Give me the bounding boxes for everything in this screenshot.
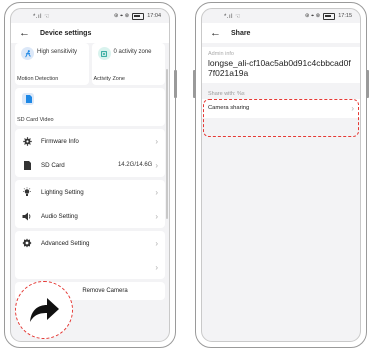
activity-zone-value: 0 activity zone [113,49,152,55]
firmware-info-label: Firmware Info [41,137,79,145]
lighting-setting-label: Lighting Setting [41,188,84,196]
lighting-setting-row[interactable]: Lighting Setting › [15,180,165,204]
right-phone-side-button-left [193,70,196,98]
sd-card-label: SD Card [41,161,65,169]
status-time: 17:04 [147,13,161,19]
chevron-right-icon: › [155,136,158,146]
page-title: Share [231,29,251,37]
header-bar: ← Device settings [11,23,169,43]
chevron-right-icon: › [155,262,158,272]
settings-group-1: Firmware Info › SD Card 14.2G/14.6G › [15,129,165,177]
motion-detection-label: Motion Detection [17,76,59,82]
zone-icon [97,47,111,60]
sd-card-icon [22,93,34,105]
status-icons: ⊛ ⌖ ⊗ [113,12,130,19]
status-bar: *.ıl ☜ ⊛ ⌖ ⊗ 17:15 [202,9,360,23]
admin-id-value: longse_ali-cf10ac5ab0d91c4cbbcad0f7f021a… [202,58,360,83]
share-highlight-circle[interactable] [15,281,73,339]
battery-icon [132,12,145,20]
right-phone-frame: *.ıl ☜ ⊛ ⌖ ⊗ 17:15 ← Share Admin info lo… [195,2,367,348]
page-title: Device settings [40,29,92,37]
camera-sharing-highlight [203,99,359,137]
sd-card-icon [22,160,32,170]
settings-icon [22,238,32,248]
signal-icon: *.ıl ☜ [224,13,242,20]
sd-card-video-label: SD Card Video [17,117,54,123]
scrollbar[interactable] [166,69,168,219]
status-bar: *.ıl ☜ ⊛ ⌖ ⊗ 17:04 [11,9,169,23]
header-bar: ← Share [202,23,360,43]
chevron-right-icon: › [155,187,158,197]
sd-card-video-tile[interactable]: SD Card Video [15,88,165,126]
arrow-left-icon[interactable]: ← [210,27,221,39]
share-arrow-icon [30,298,59,322]
share-screen: *.ıl ☜ ⊛ ⌖ ⊗ 17:15 ← Share Admin info lo… [201,8,361,342]
gear-icon [22,136,32,146]
walking-person-icon [21,47,34,60]
chevron-right-icon: › [155,211,158,221]
arrow-left-icon[interactable]: ← [19,27,30,39]
chevron-right-icon: › [155,238,158,248]
sd-card-capacity: 14.2G/14.6G [117,162,153,168]
battery-icon [323,12,336,20]
left-phone-frame: *.ıl ☜ ⊛ ⌖ ⊗ 17:04 ← Device settings Hig… [4,2,176,348]
audio-setting-row[interactable]: Audio Setting › [15,204,165,228]
firmware-info-row[interactable]: Firmware Info › [15,129,165,153]
motion-sensitivity-value: High sensitivity [37,49,78,55]
activity-zone-label: Activity Zone [93,76,125,82]
activity-zone-tile[interactable]: 0 activity zone Activity Zone [91,43,165,85]
settings-group-3: Advanced Setting › › [15,231,165,279]
advanced-setting-row[interactable]: Advanced Setting › [15,231,165,255]
signal-icon: *.ıl ☜ [33,13,51,20]
settings-group-2: Lighting Setting › Audio Setting › [15,180,165,228]
motion-detection-tile[interactable]: High sensitivity Motion Detection [15,43,89,85]
audio-setting-label: Audio Setting [41,212,78,220]
share-with-label: Share with: %s [208,90,245,97]
lightbulb-icon [22,187,32,197]
status-icons: ⊛ ⌖ ⊗ [304,12,321,19]
status-time: 17:15 [338,13,352,19]
sd-card-row[interactable]: SD Card 14.2G/14.6G › [15,153,165,177]
left-phone-side-button [174,70,177,98]
speaker-icon [22,211,32,221]
advanced-setting-label: Advanced Setting [41,239,90,247]
chevron-right-icon: › [155,160,158,170]
share-row[interactable]: › [15,255,165,279]
